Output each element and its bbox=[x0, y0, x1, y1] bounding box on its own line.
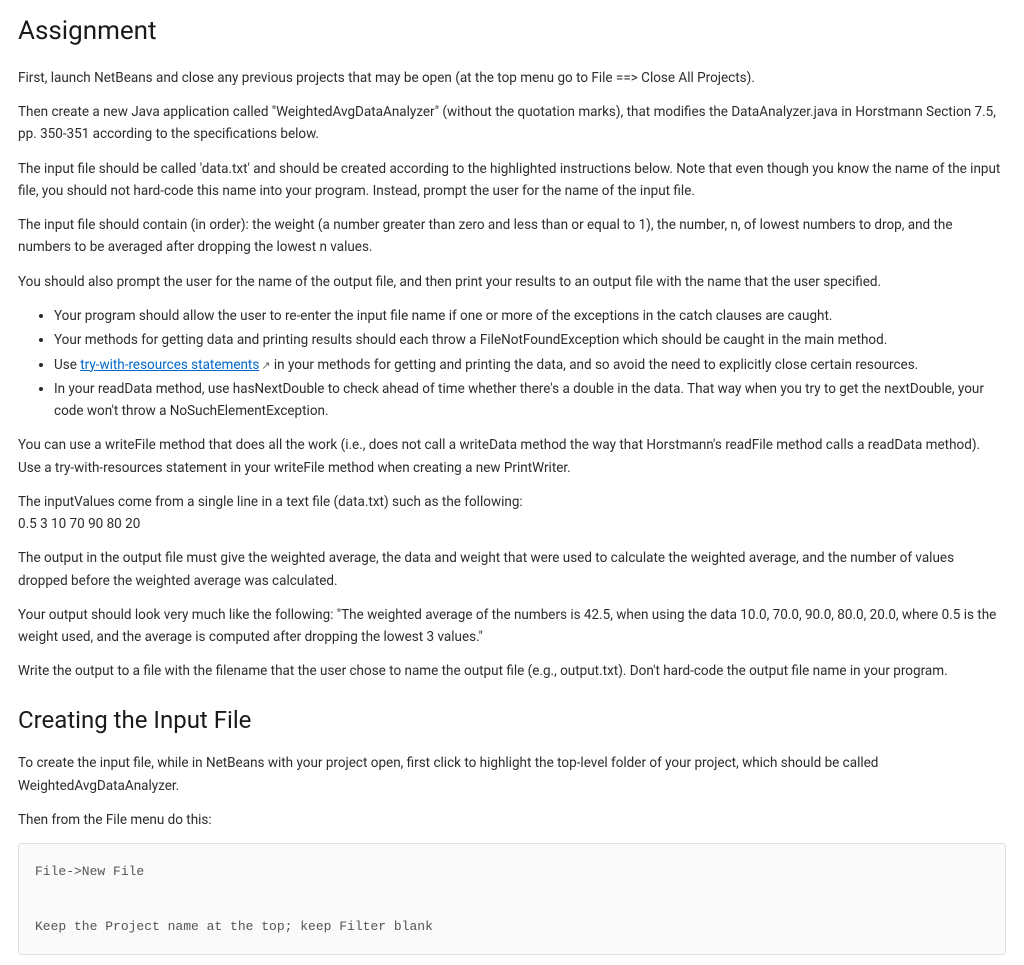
paragraph-intro-2: Then create a new Java application calle… bbox=[18, 101, 1006, 146]
heading-assignment: Assignment bbox=[18, 10, 1006, 53]
paragraph-create-file-1: To create the input file, while in NetBe… bbox=[18, 752, 1006, 797]
code-block-file-menu: File->New File Keep the Project name at … bbox=[18, 843, 1006, 955]
input-values-text: The inputValues come from a single line … bbox=[18, 494, 523, 510]
paragraph-output-example: Your output should look very much like t… bbox=[18, 604, 1006, 649]
list-item: In your readData method, use hasNextDoub… bbox=[54, 378, 1006, 423]
paragraph-input-file-contents: The input file should contain (in order)… bbox=[18, 214, 1006, 259]
requirements-list: Your program should allow the user to re… bbox=[18, 305, 1006, 422]
paragraph-output-filename: Write the output to a file with the file… bbox=[18, 660, 1006, 682]
try-with-resources-link[interactable]: try-with-resources statements bbox=[80, 357, 259, 373]
external-link-icon: ↗ bbox=[261, 357, 270, 375]
paragraph-output-prompt: You should also prompt the user for the … bbox=[18, 271, 1006, 293]
list-item: Your program should allow the user to re… bbox=[54, 305, 1006, 327]
paragraph-input-values: The inputValues come from a single line … bbox=[18, 491, 1006, 536]
paragraph-output-contents: The output in the output file must give … bbox=[18, 547, 1006, 592]
paragraph-create-file-2: Then from the File menu do this: bbox=[18, 809, 1006, 831]
list-item: Use try-with-resources statements↗ in yo… bbox=[54, 354, 1006, 376]
paragraph-writefile: You can use a writeFile method that does… bbox=[18, 434, 1006, 479]
paragraph-input-file-name: The input file should be called 'data.tx… bbox=[18, 158, 1006, 203]
heading-creating-input-file: Creating the Input File bbox=[18, 701, 1006, 741]
input-values-example: 0.5 3 10 70 90 80 20 bbox=[18, 516, 140, 532]
list-item-text-prefix: Use bbox=[54, 357, 80, 373]
list-item: Your methods for getting data and printi… bbox=[54, 329, 1006, 351]
list-item-text-suffix: in your methods for getting and printing… bbox=[271, 357, 919, 373]
paragraph-intro-1: First, launch NetBeans and close any pre… bbox=[18, 67, 1006, 89]
